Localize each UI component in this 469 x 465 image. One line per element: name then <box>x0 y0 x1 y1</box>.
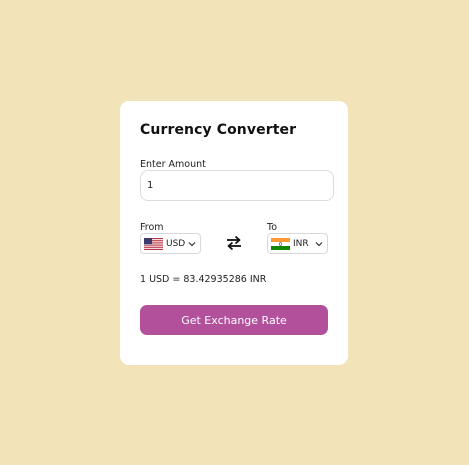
get-exchange-rate-button[interactable]: Get Exchange Rate <box>140 305 328 335</box>
to-currency-select[interactable]: INR <box>267 233 328 254</box>
from-label: From <box>140 222 164 233</box>
exchange-rate-result: 1 USD = 83.42935286 INR <box>140 274 267 285</box>
swap-button[interactable] <box>225 235 243 251</box>
amount-label: Enter Amount <box>140 159 206 170</box>
chevron-down-icon <box>188 241 196 246</box>
page-title: Currency Converter <box>140 122 297 138</box>
from-currency-select[interactable]: USD <box>140 233 201 254</box>
us-flag-icon <box>144 237 163 250</box>
india-flag-icon <box>271 237 290 250</box>
from-currency-code: USD <box>166 238 186 249</box>
chevron-down-icon <box>315 241 323 246</box>
swap-arrows-icon <box>227 235 241 251</box>
converter-card: Currency Converter Enter Amount From USD… <box>120 101 348 365</box>
to-label: To <box>267 222 278 233</box>
amount-input[interactable] <box>140 170 334 201</box>
to-currency-code: INR <box>293 238 309 249</box>
